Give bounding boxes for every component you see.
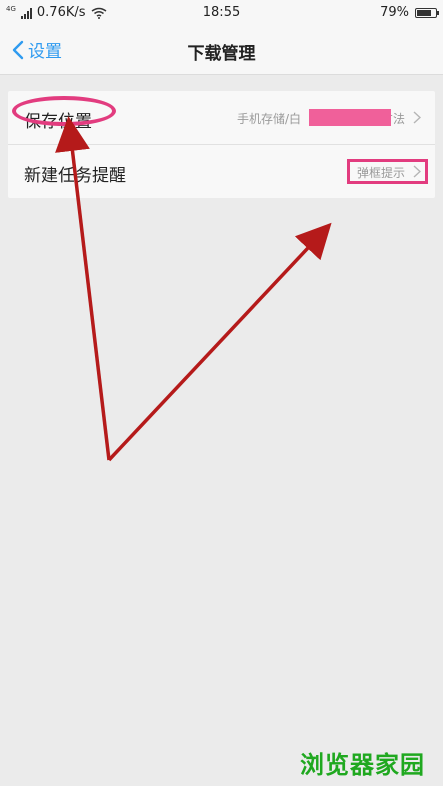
save-location-row[interactable]: 保存位置 手机存储/白 方法 <box>8 91 435 145</box>
annotation-rectangle <box>347 159 428 184</box>
page-title: 下载管理 <box>187 44 256 64</box>
arrow-to-alert-value <box>107 222 332 462</box>
redaction-block <box>309 109 391 126</box>
status-right: 79% <box>380 5 439 20</box>
new-task-alert-label: 新建任务提醒 <box>24 166 126 186</box>
save-location-value-start: 手机存储/白 <box>236 112 301 126</box>
annotation-ellipse <box>12 96 116 126</box>
watermark-logo: 浏览器家园 <box>300 751 425 779</box>
navigation-bar: 设置 下载管理 <box>0 26 443 75</box>
battery-fill <box>417 9 432 16</box>
chevron-right-icon <box>413 111 421 124</box>
status-bar: 4G 0.76K/s 18:55 79% <box>0 0 443 26</box>
battery-percent: 79% <box>380 5 409 20</box>
battery-icon <box>415 7 439 18</box>
settings-list: 保存位置 手机存储/白 方法 新建任务提醒 弹框提示 <box>8 91 435 198</box>
status-time: 18:55 <box>202 5 241 20</box>
